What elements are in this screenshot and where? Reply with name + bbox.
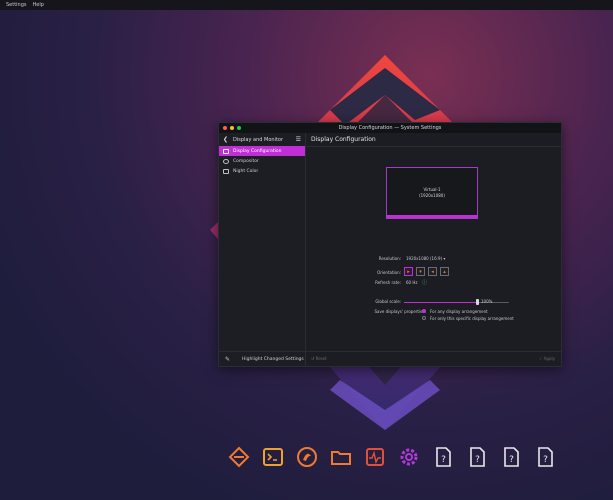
orientation-landscape-button[interactable]: ▸ xyxy=(404,267,413,276)
global-scale-value: 100% xyxy=(481,299,493,304)
reset-button[interactable]: ↺ Reset xyxy=(311,356,327,361)
radio-any-arrangement[interactable] xyxy=(422,309,426,313)
menu-settings[interactable]: Settings xyxy=(6,2,27,8)
radio-specific-arrangement[interactable] xyxy=(422,316,426,320)
radio-any-label: For any display arrangement xyxy=(430,309,488,314)
highlight-label: Highlight Changed Settings xyxy=(242,356,304,362)
orientation-portrait-button[interactable]: ▾ xyxy=(416,267,425,276)
browser-icon[interactable] xyxy=(295,445,319,469)
sidebar-item-label: Compositor xyxy=(233,158,259,164)
apply-button[interactable]: ✓ Apply xyxy=(539,356,555,361)
maximize-button[interactable] xyxy=(237,126,241,130)
global-scale-fill xyxy=(404,302,478,303)
display-icon xyxy=(223,148,229,154)
resolution-value: 1920x1080 (16:9) xyxy=(406,256,443,261)
sidebar-item-night-color[interactable]: Night Color xyxy=(219,166,305,176)
orientation-landscape-flipped-button[interactable]: ◂ xyxy=(428,267,437,276)
sidebar: ❮ Display and Monitor ☰ Display Configur… xyxy=(219,133,306,366)
settings-gear-icon[interactable] xyxy=(397,445,421,469)
system-monitor-icon[interactable] xyxy=(363,445,387,469)
resolution-select[interactable]: 1920x1080 (16:9) ▾ xyxy=(406,256,445,261)
close-button[interactable] xyxy=(223,126,227,130)
resolution-label: Resolution: xyxy=(378,256,401,261)
radio-specific-label: For only this specific display arrangeme… xyxy=(430,316,514,321)
menu-bar: Settings Help xyxy=(0,0,613,10)
svg-text:?: ? xyxy=(509,455,514,465)
bottom-toolbar: ↺ Reset ✓ Apply xyxy=(306,351,561,366)
reset-label: Reset xyxy=(315,356,327,361)
monitor-resolution: (1920x1080) xyxy=(419,193,445,198)
svg-text:?: ? xyxy=(475,455,480,465)
file-manager-icon[interactable] xyxy=(329,445,353,469)
unknown-file-icon[interactable]: ? xyxy=(431,445,455,469)
night-color-icon xyxy=(223,168,229,174)
highlight-changed-settings-button[interactable]: ✎ Highlight Changed Settings xyxy=(219,351,305,366)
compositor-icon xyxy=(223,158,229,164)
svg-text:?: ? xyxy=(441,455,446,465)
unknown-file-icon[interactable]: ? xyxy=(533,445,557,469)
menu-help[interactable]: Help xyxy=(33,2,44,8)
svg-text:?: ? xyxy=(543,455,548,465)
global-scale-handle[interactable] xyxy=(476,299,479,305)
hamburger-menu-icon[interactable]: ☰ xyxy=(296,136,301,143)
info-icon[interactable]: ⓘ xyxy=(422,279,427,286)
settings-window: Display Configuration — System Settings … xyxy=(218,122,562,367)
monitor-highlight-bar xyxy=(387,215,477,218)
chevron-down-icon: ▾ xyxy=(443,256,446,261)
terminal-icon[interactable] xyxy=(261,445,285,469)
orientation-label: Orientation: xyxy=(377,270,401,275)
back-arrow-icon[interactable]: ❮ xyxy=(223,136,231,143)
refresh-rate-label: Refresh rate: xyxy=(375,280,401,285)
minimize-button[interactable] xyxy=(230,126,234,130)
monitor-preview[interactable]: Virtual-1 (1920x1080) xyxy=(386,167,478,219)
page-title: Display Configuration xyxy=(306,133,561,147)
main-panel: Display Configuration Virtual-1 (1920x10… xyxy=(306,133,561,366)
orientation-portrait-flipped-button[interactable]: ▴ xyxy=(440,267,449,276)
apply-label: Apply xyxy=(543,356,555,361)
pencil-icon: ✎ xyxy=(225,355,231,363)
save-properties-label: Save displays' properties: xyxy=(374,309,426,314)
sidebar-item-label: Display Configuration xyxy=(233,148,282,154)
unknown-file-icon[interactable]: ? xyxy=(465,445,489,469)
title-bar[interactable]: Display Configuration — System Settings xyxy=(219,123,561,133)
sidebar-title: Display and Monitor xyxy=(233,136,284,143)
dock: ? ? ? ? xyxy=(227,445,557,469)
sidebar-item-display-configuration[interactable]: Display Configuration xyxy=(219,146,305,156)
window-title: Display Configuration — System Settings xyxy=(338,125,442,131)
sidebar-item-compositor[interactable]: Compositor xyxy=(219,156,305,166)
sidebar-item-label: Night Color xyxy=(233,168,259,174)
app-launcher-icon[interactable] xyxy=(227,445,251,469)
refresh-rate-value[interactable]: 60 Hz xyxy=(406,280,417,285)
unknown-file-icon[interactable]: ? xyxy=(499,445,523,469)
orientation-buttons: ▸ ▾ ◂ ▴ xyxy=(404,267,449,276)
global-scale-label: Global scale: xyxy=(375,299,401,304)
